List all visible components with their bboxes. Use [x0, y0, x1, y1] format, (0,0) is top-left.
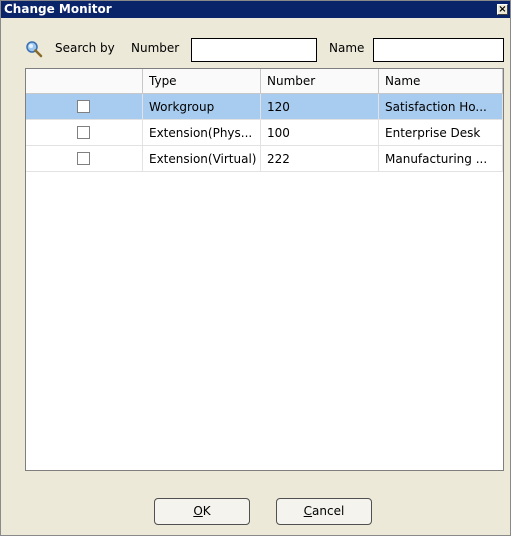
name-cell: Manufacturing ... [379, 146, 503, 172]
column-header-number[interactable]: Number [261, 69, 379, 94]
row-check-cell [26, 146, 143, 172]
column-header-check[interactable] [26, 69, 143, 94]
monitor-table: Type Number Name Workgroup 120 Satisfact… [25, 68, 504, 471]
number-search-input[interactable] [191, 38, 317, 62]
window-title: Change Monitor [4, 2, 112, 16]
search-icon [26, 41, 43, 58]
name-label: Name [329, 41, 365, 55]
close-icon: × [498, 4, 507, 15]
table-row[interactable]: Extension(Virtual) 222 Manufacturing ... [26, 146, 503, 172]
row-checkbox[interactable] [77, 152, 90, 165]
name-cell: Enterprise Desk [379, 120, 503, 146]
cancel-label: ancel [312, 504, 345, 518]
row-check-cell [26, 94, 143, 120]
title-bar: Change Monitor × [1, 1, 510, 18]
column-header-type[interactable]: Type [143, 69, 261, 94]
name-cell: Satisfaction Ho... [379, 94, 503, 120]
type-cell: Extension(Phys... [143, 120, 261, 146]
change-monitor-dialog: Change Monitor × Search by Number Name T… [0, 0, 511, 536]
cancel-mnemonic: C [303, 504, 313, 518]
table-row[interactable]: Workgroup 120 Satisfaction Ho... [26, 94, 503, 120]
ok-mnemonic: O [193, 504, 203, 518]
table-header: Type Number Name [26, 69, 503, 94]
ok-label: K [202, 504, 211, 518]
number-label: Number [131, 41, 180, 55]
row-checkbox[interactable] [77, 126, 90, 139]
type-cell: Extension(Virtual) [143, 146, 261, 172]
search-bar: Search by Number Name [1, 38, 510, 64]
ok-button[interactable]: OK [154, 498, 250, 525]
name-search-input[interactable] [373, 38, 504, 62]
type-cell: Workgroup [143, 94, 261, 120]
number-cell: 120 [261, 94, 379, 120]
number-cell: 100 [261, 120, 379, 146]
table-row[interactable]: Extension(Phys... 100 Enterprise Desk [26, 120, 503, 146]
row-checkbox[interactable] [77, 100, 90, 113]
number-cell: 222 [261, 146, 379, 172]
column-header-name[interactable]: Name [379, 69, 503, 94]
row-check-cell [26, 120, 143, 146]
cancel-button[interactable]: Cancel [276, 498, 372, 525]
close-button[interactable]: × [497, 4, 508, 15]
search-by-label: Search by [55, 41, 115, 55]
